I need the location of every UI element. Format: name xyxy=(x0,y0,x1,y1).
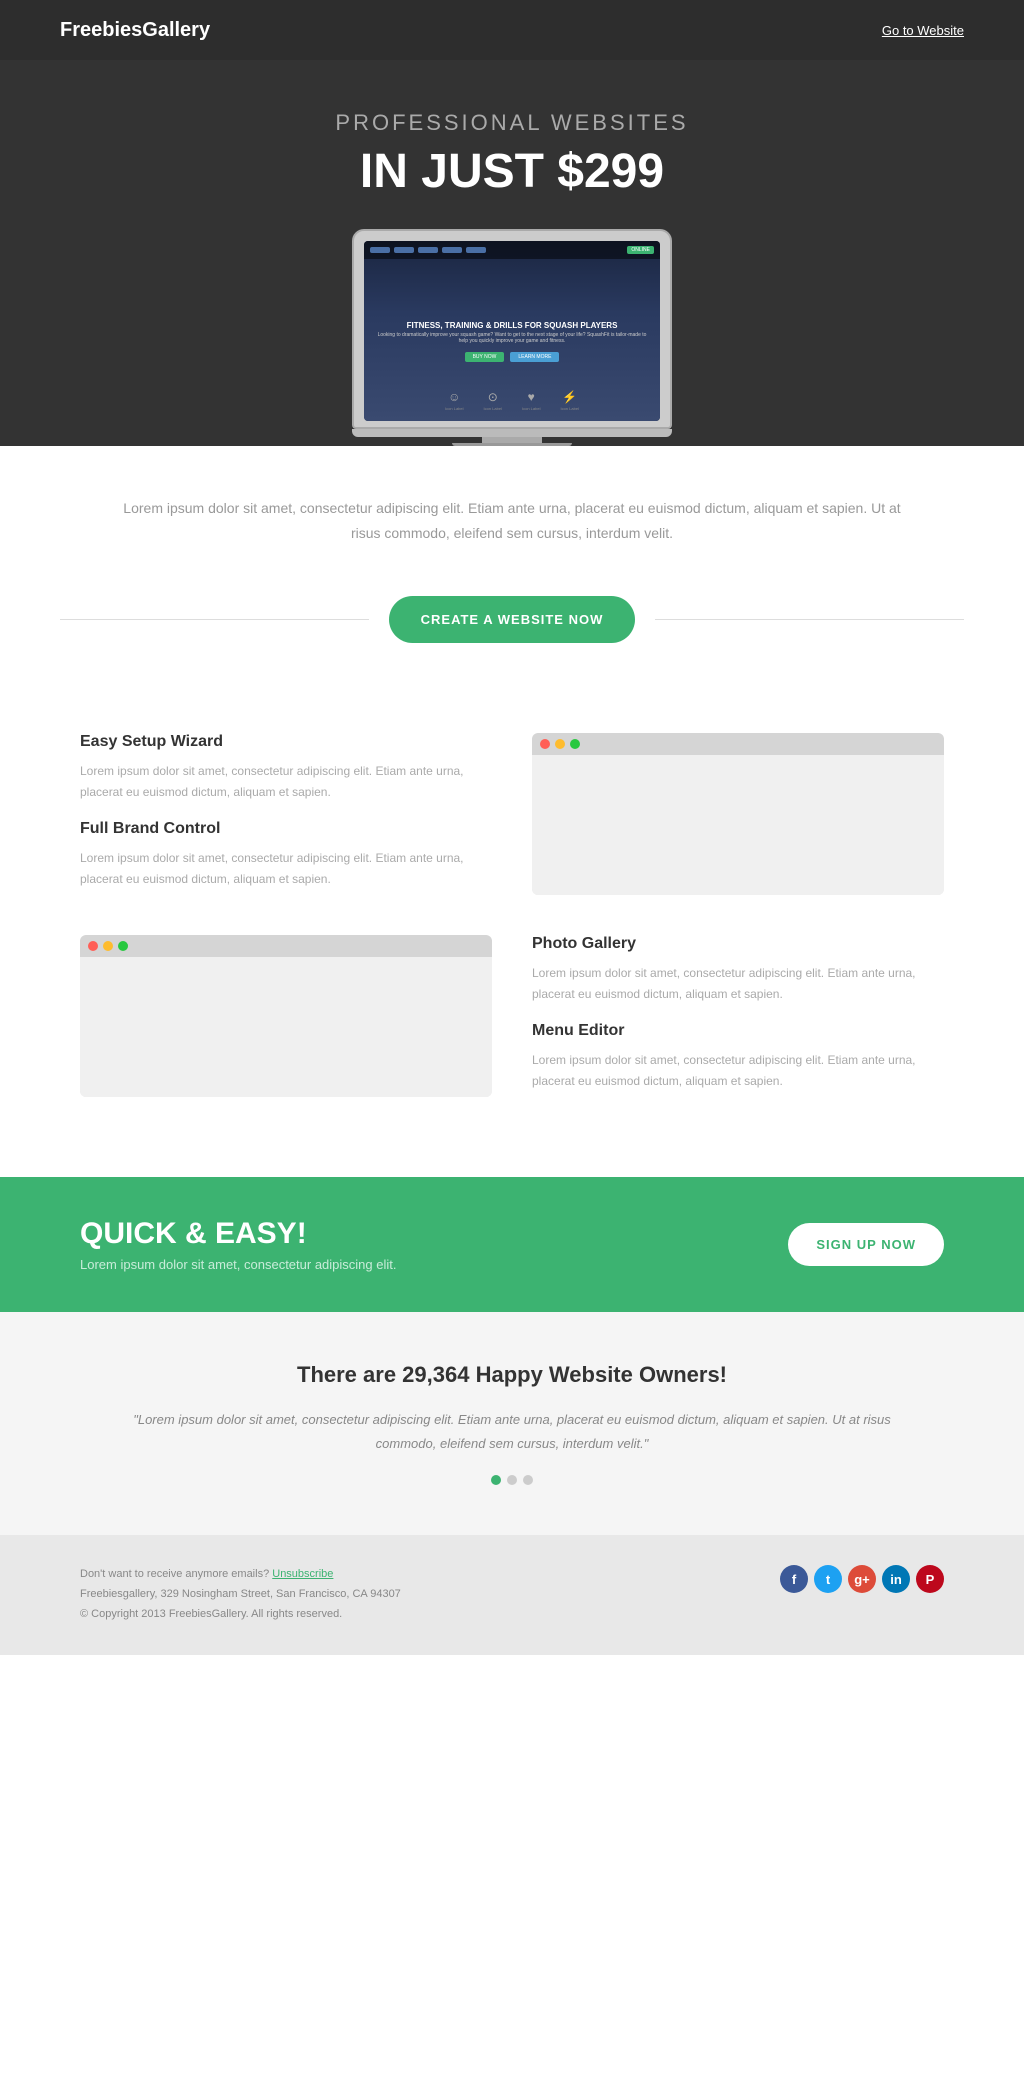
footer-info: Don't want to receive anymore emails? Un… xyxy=(80,1565,401,1624)
browser-dot-yellow-2 xyxy=(103,941,113,951)
feature-desc-4: Lorem ipsum dolor sit amet, consectetur … xyxy=(532,1050,944,1091)
feature-row-1: Easy Setup Wizard Lorem ipsum dolor sit … xyxy=(80,733,944,895)
create-website-button[interactable]: CREATE A WEBSITE NOW xyxy=(389,596,636,643)
testimonial-quote: "Lorem ipsum dolor sit amet, consectetur… xyxy=(120,1408,904,1455)
social-twitter-icon[interactable]: t xyxy=(814,1565,842,1593)
laptop-heading: FITNESS, TRAINING & DRILLS FOR SQUASH PL… xyxy=(397,321,628,330)
footer: Don't want to receive anymore emails? Un… xyxy=(0,1535,1024,1654)
signup-button[interactable]: SIGN UP NOW xyxy=(788,1223,944,1266)
feature-row-2: Photo Gallery Lorem ipsum dolor sit amet… xyxy=(80,935,944,1097)
feature-desc-1: Lorem ipsum dolor sit amet, consectetur … xyxy=(80,761,492,802)
footer-address: Freebiesgallery, 329 Nosingham Street, S… xyxy=(80,1585,401,1605)
feature-title-3: Photo Gallery xyxy=(532,935,944,953)
header: FreebiesGallery Go to Website xyxy=(0,0,1024,60)
laptop-buy-btn: BUY NOW xyxy=(465,352,505,362)
feature-text-2: Photo Gallery Lorem ipsum dolor sit amet… xyxy=(532,935,944,1091)
laptop-icon-1: ☺Icon Label xyxy=(445,390,463,411)
browser-dot-yellow-1 xyxy=(555,739,565,749)
social-linkedin-icon[interactable]: in xyxy=(882,1565,910,1593)
testimonial-dot-1[interactable] xyxy=(491,1475,501,1485)
social-facebook-icon[interactable]: f xyxy=(780,1565,808,1593)
description-text: Lorem ipsum dolor sit amet, consectetur … xyxy=(120,496,904,546)
laptop-subtext: Looking to dramatically improve your squ… xyxy=(364,330,660,346)
unsubscribe-line: Don't want to receive anymore emails? Un… xyxy=(80,1565,401,1585)
mock-browser-2 xyxy=(80,935,492,1097)
laptop-icon-4: ⚡Icon Label xyxy=(560,390,578,411)
feature-text-1: Easy Setup Wizard Lorem ipsum dolor sit … xyxy=(80,733,492,889)
cta-line-left xyxy=(60,619,369,620)
description-section: Lorem ipsum dolor sit amet, consectetur … xyxy=(0,446,1024,576)
browser-bar-2 xyxy=(80,935,492,957)
green-band-text: QUICK & EASY! Lorem ipsum dolor sit amet… xyxy=(80,1217,396,1272)
unsubscribe-text: Don't want to receive anymore emails? xyxy=(80,1568,269,1580)
cta-line-right xyxy=(655,619,964,620)
goto-website-link[interactable]: Go to Website xyxy=(882,23,964,38)
features-section: Easy Setup Wizard Lorem ipsum dolor sit … xyxy=(0,693,1024,1177)
footer-copyright: © Copyright 2013 FreebiesGallery. All ri… xyxy=(80,1605,401,1625)
feature-desc-3: Lorem ipsum dolor sit amet, consectetur … xyxy=(532,963,944,1004)
browser-body-1 xyxy=(532,755,944,895)
browser-dot-red-2 xyxy=(88,941,98,951)
feature-title-2: Full Brand Control xyxy=(80,820,492,838)
laptop: ONLINE FITNESS, TRAINING & DRILLS FOR SQ… xyxy=(352,229,672,446)
feature-image-1 xyxy=(532,733,944,895)
testimonial-dot-2[interactable] xyxy=(507,1475,517,1485)
social-pinterest-icon[interactable]: P xyxy=(916,1565,944,1593)
logo: FreebiesGallery xyxy=(60,19,210,42)
social-googleplus-icon[interactable]: g+ xyxy=(848,1565,876,1593)
feature-desc-2: Lorem ipsum dolor sit amet, consectetur … xyxy=(80,848,492,889)
testimonial-dot-3[interactable] xyxy=(523,1475,533,1485)
testimonial-title: There are 29,364 Happy Website Owners! xyxy=(120,1362,904,1388)
social-icons: f t g+ in P xyxy=(780,1565,944,1593)
laptop-icon-3: ♥Icon Label xyxy=(522,390,540,411)
laptop-icon-2: ⊙Icon Label xyxy=(484,390,502,411)
browser-dot-red-1 xyxy=(540,739,550,749)
browser-dot-green-2 xyxy=(118,941,128,951)
feature-title-4: Menu Editor xyxy=(532,1022,944,1040)
testimonial-dots xyxy=(120,1475,904,1485)
laptop-learn-btn: LEARN MORE xyxy=(510,352,559,362)
laptop-icons: ☺Icon Label ⊙Icon Label ♥Icon Label ⚡Ico… xyxy=(364,390,660,411)
hero-section: PROFESSIONAL WEBSITES IN JUST $299 ONLIN… xyxy=(0,60,1024,446)
testimonial-section: There are 29,364 Happy Website Owners! "… xyxy=(0,1312,1024,1535)
laptop-online-btn: ONLINE xyxy=(627,246,654,254)
feature-title-1: Easy Setup Wizard xyxy=(80,733,492,751)
browser-dot-green-1 xyxy=(570,739,580,749)
laptop-nav: ONLINE xyxy=(364,241,660,259)
green-band-heading: QUICK & EASY! xyxy=(80,1217,396,1251)
mock-browser-1 xyxy=(532,733,944,895)
feature-image-2 xyxy=(80,935,492,1097)
cta-section: CREATE A WEBSITE NOW xyxy=(0,576,1024,693)
green-band-subtext: Lorem ipsum dolor sit amet, consectetur … xyxy=(80,1257,396,1272)
laptop-buttons: BUY NOW LEARN MORE xyxy=(465,352,560,362)
browser-bar-1 xyxy=(532,733,944,755)
hero-title: IN JUST $299 xyxy=(60,144,964,199)
hero-subtitle: PROFESSIONAL WEBSITES xyxy=(60,110,964,136)
green-band-section: QUICK & EASY! Lorem ipsum dolor sit amet… xyxy=(0,1177,1024,1312)
laptop-image: ONLINE FITNESS, TRAINING & DRILLS FOR SQ… xyxy=(60,229,964,446)
browser-body-2 xyxy=(80,957,492,1097)
unsubscribe-link[interactable]: Unsubscribe xyxy=(272,1568,333,1580)
